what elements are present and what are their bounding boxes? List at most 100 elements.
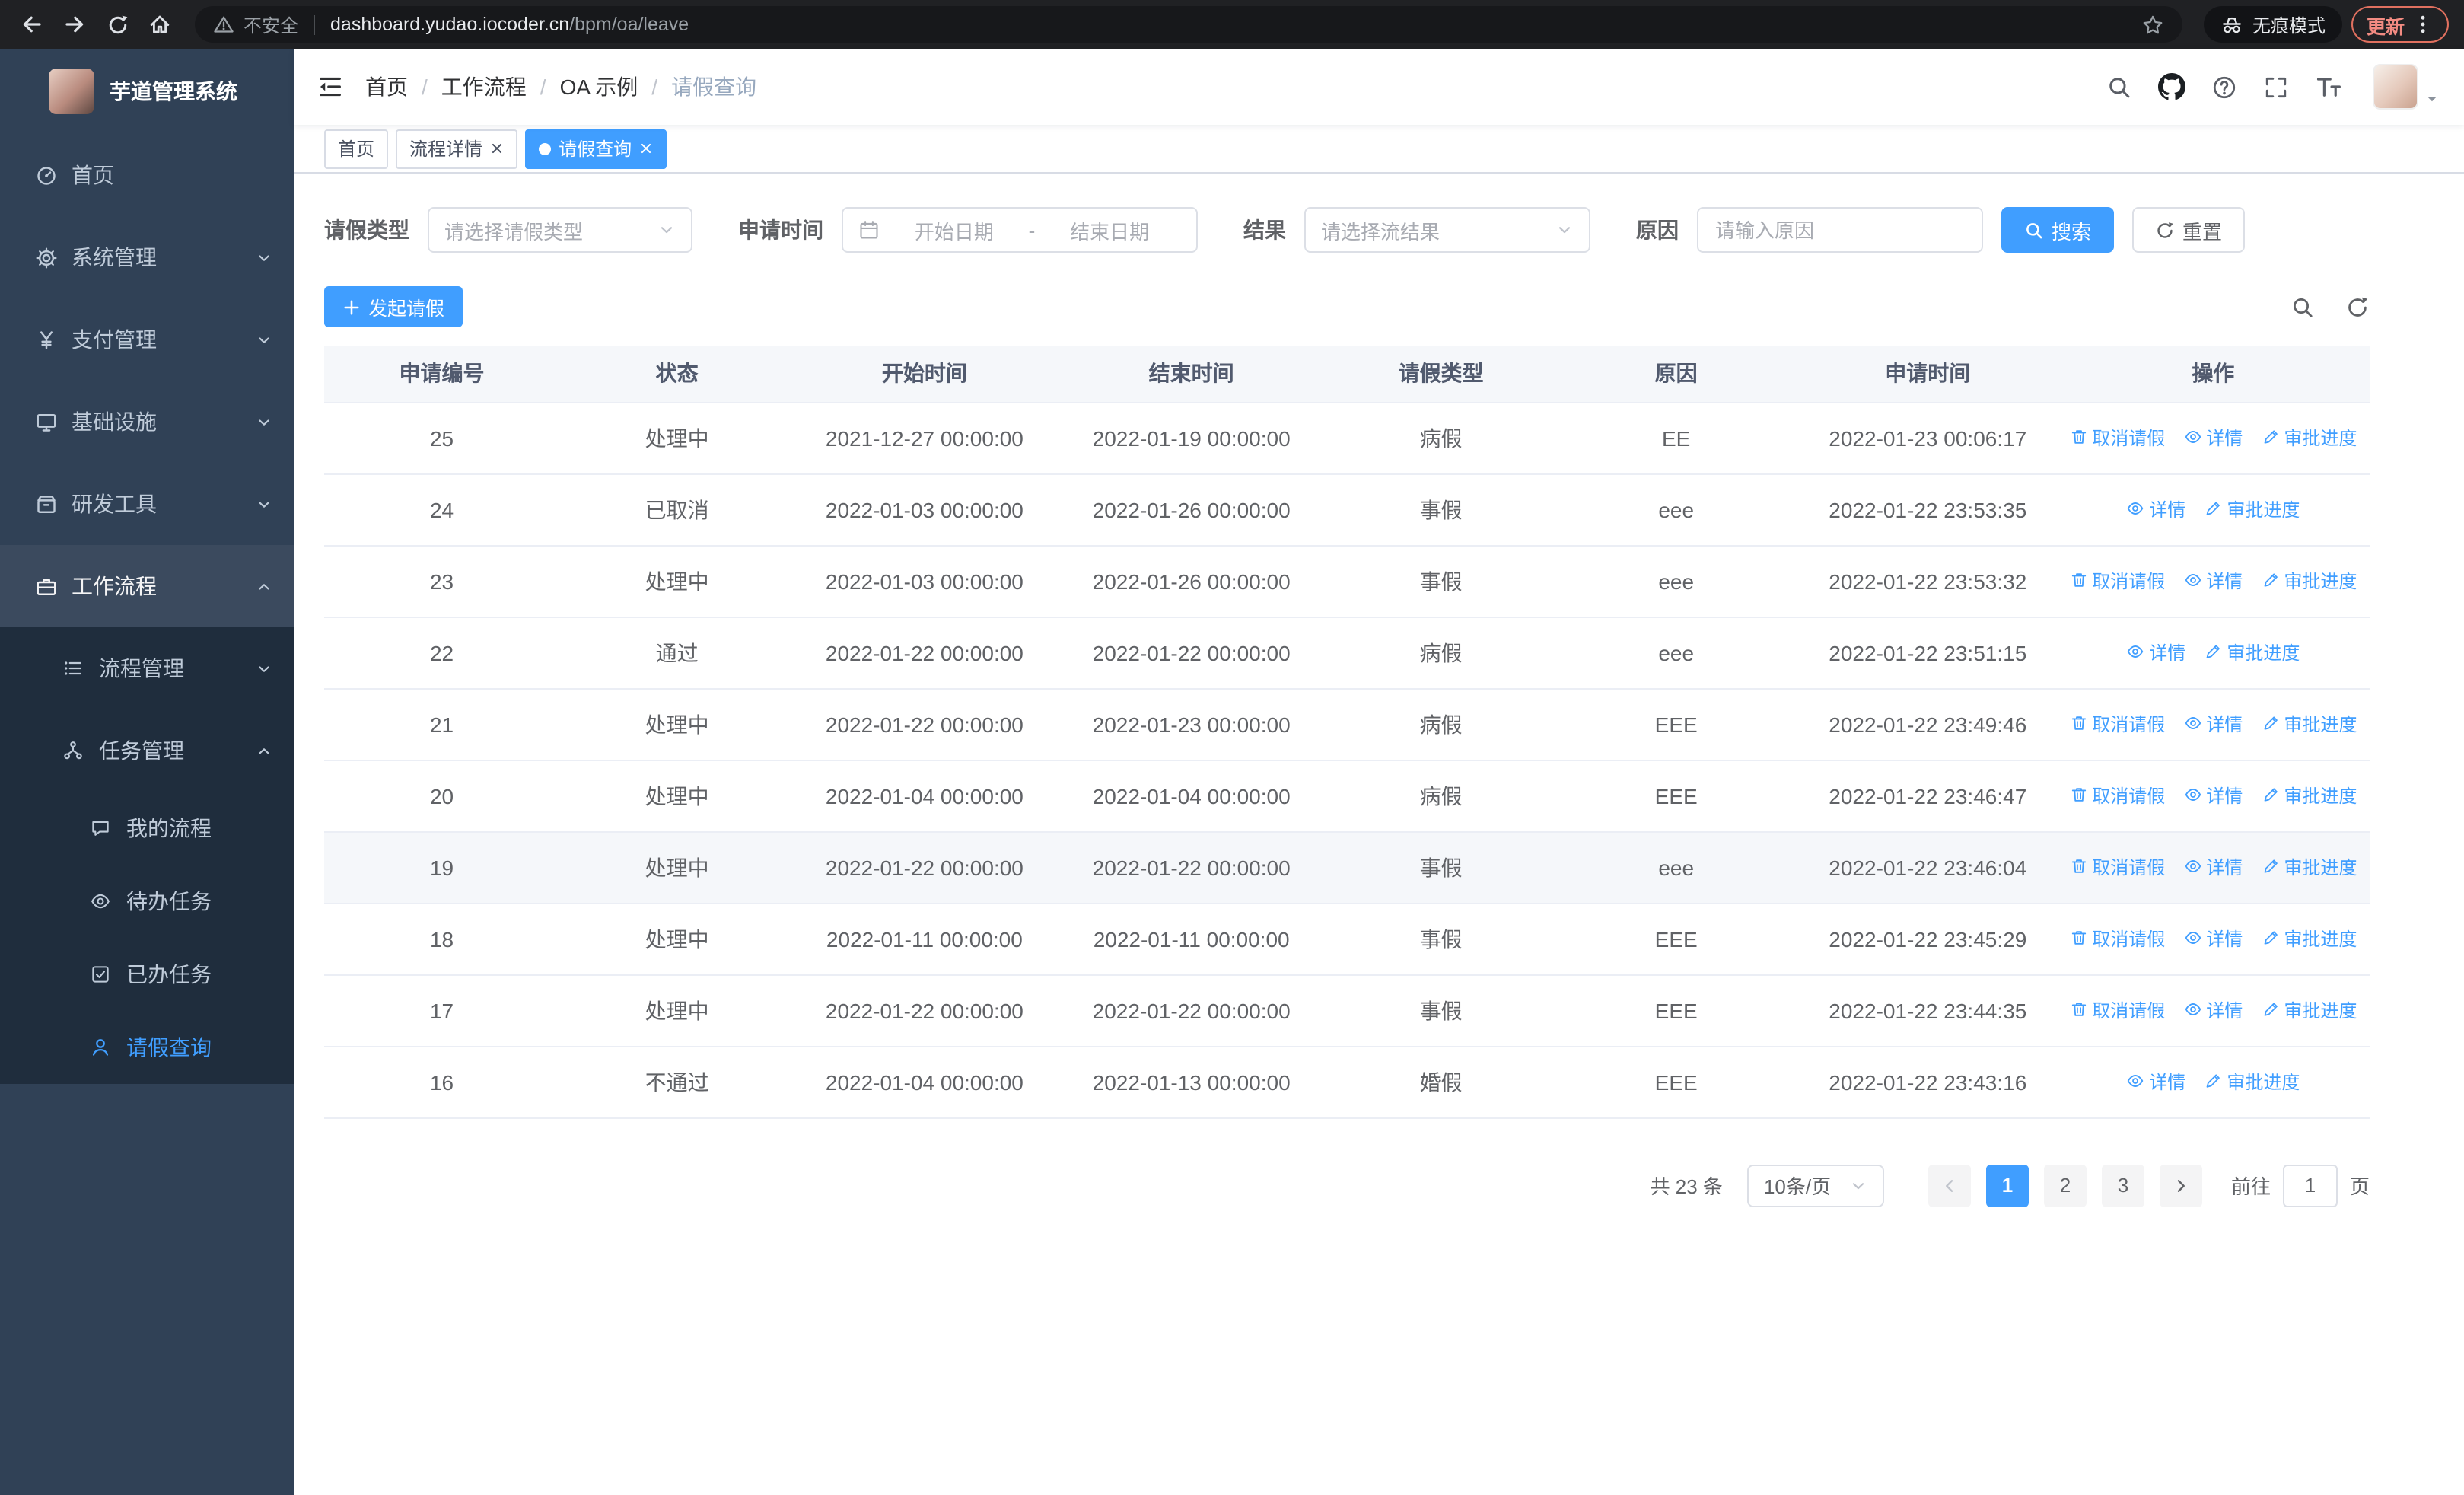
sidebar-item-payment[interactable]: 支付管理 — [0, 298, 294, 381]
header-search-button[interactable] — [2106, 74, 2132, 100]
table-row[interactable]: 20 处理中 2022-01-04 00:00:00 2022-01-04 00:00… — [324, 760, 2370, 832]
detail-link[interactable]: 详情 — [2126, 639, 2185, 665]
sidebar-item-dev-tools[interactable]: 研发工具 — [0, 463, 294, 545]
tab-leave-query[interactable]: 请假查询 — [525, 129, 667, 168]
table-row[interactable]: 19 处理中 2022-01-22 00:00:00 2022-01-22 00:00… — [324, 831, 2370, 904]
browser-reload-button[interactable] — [97, 5, 137, 44]
toggle-search-button[interactable] — [2291, 295, 2315, 319]
kebab-menu-icon[interactable] — [2412, 14, 2434, 35]
approval-progress-link[interactable]: 审批进度 — [2204, 1069, 2300, 1095]
detail-link[interactable]: 详情 — [2126, 496, 2185, 522]
tab-home[interactable]: 首页 — [324, 129, 389, 168]
reset-button[interactable]: 重置 — [2132, 207, 2246, 253]
approval-progress-link[interactable]: 审批进度 — [2204, 639, 2300, 665]
tab-process-detail[interactable]: 流程详情 — [396, 129, 518, 168]
font-size-button[interactable] — [2315, 73, 2342, 100]
detail-link[interactable]: 详情 — [2183, 783, 2243, 808]
browser-update-button[interactable]: 更新 — [2351, 6, 2449, 43]
cancel-leave-link[interactable]: 取消请假 — [2069, 711, 2165, 737]
sidebar-collapse-button[interactable] — [317, 73, 344, 100]
approval-progress-link[interactable]: 审批进度 — [2261, 711, 2357, 737]
page-size-select[interactable]: 10条/页 — [1746, 1164, 1884, 1207]
sidebar-item-system[interactable]: 系统管理 — [0, 216, 294, 298]
eye-icon — [2184, 717, 2201, 730]
refresh-table-button[interactable] — [2345, 295, 2370, 319]
sidebar-item-infrastructure[interactable]: 基础设施 — [0, 381, 294, 463]
sidebar-item-done-tasks[interactable]: 已办任务 — [0, 938, 294, 1011]
approval-progress-link[interactable]: 审批进度 — [2261, 926, 2357, 952]
browser-back-button[interactable] — [12, 5, 52, 44]
detail-link[interactable]: 详情 — [2183, 997, 2243, 1023]
bookmark-star-icon[interactable] — [2141, 13, 2164, 36]
approval-progress-link[interactable]: 审批进度 — [2261, 854, 2357, 880]
table-row[interactable]: 25 处理中 2021-12-27 00:00:00 2022-01-19 00:00… — [324, 402, 2370, 474]
github-link[interactable] — [2158, 73, 2185, 100]
table-row[interactable]: 17 处理中 2022-01-22 00:00:00 2022-01-22 00:00… — [324, 974, 2370, 1047]
font-size-icon — [2316, 78, 2341, 97]
cancel-leave-link[interactable]: 取消请假 — [2069, 425, 2165, 451]
approval-progress-link[interactable]: 审批进度 — [2261, 783, 2357, 808]
browser-home-button[interactable] — [140, 5, 180, 44]
apply-time-range-picker[interactable]: 开始日期 - 结束日期 — [842, 207, 1198, 253]
sidebar-item-home[interactable]: 首页 — [0, 134, 294, 216]
detail-link[interactable]: 详情 — [2183, 711, 2243, 737]
detail-link[interactable]: 详情 — [2183, 854, 2243, 880]
approval-progress-link[interactable]: 审批进度 — [2261, 568, 2357, 594]
goto-page-input[interactable] — [2282, 1164, 2338, 1207]
cancel-leave-link[interactable]: 取消请假 — [2069, 997, 2165, 1023]
close-icon[interactable] — [639, 142, 653, 155]
page-button-3[interactable]: 3 — [2101, 1164, 2144, 1207]
table-row[interactable]: 24 已取消 2022-01-03 00:00:00 2022-01-26 00:00… — [324, 473, 2370, 546]
sidebar-item-process-management[interactable]: 流程管理 — [0, 627, 294, 709]
detail-link[interactable]: 详情 — [2183, 425, 2243, 451]
page-content: 请假类型 请选择请假类型 申请时间 开始日期 - 结束日期 结果 请选择流结果 … — [294, 174, 2464, 1495]
approval-progress-link[interactable]: 审批进度 — [2261, 997, 2357, 1023]
approval-progress-link[interactable]: 审批进度 — [2204, 496, 2300, 522]
breadcrumb-item-oa-example[interactable]: OA 示例 — [560, 72, 638, 102]
next-page-button[interactable] — [2159, 1164, 2202, 1207]
breadcrumb-item-workflow[interactable]: 工作流程 — [441, 72, 527, 102]
detail-link[interactable]: 详情 — [2183, 926, 2243, 952]
cancel-leave-link[interactable]: 取消请假 — [2069, 568, 2165, 594]
leave-type-select[interactable]: 请选择请假类型 — [428, 207, 692, 253]
browser-forward-button[interactable] — [55, 5, 94, 44]
sidebar-item-my-processes[interactable]: 我的流程 — [0, 792, 294, 865]
table-row[interactable]: 21 处理中 2022-01-22 00:00:00 2022-01-23 00:00… — [324, 688, 2370, 760]
search-button[interactable]: 搜索 — [2001, 207, 2115, 253]
search-form: 请假类型 请选择请假类型 申请时间 开始日期 - 结束日期 结果 请选择流结果 … — [324, 207, 2370, 253]
close-icon[interactable] — [490, 142, 504, 155]
fullscreen-button[interactable] — [2263, 74, 2289, 100]
cell-start-time: 2022-01-22 00:00:00 — [794, 831, 1055, 904]
cancel-leave-link[interactable]: 取消请假 — [2069, 926, 2165, 952]
detail-link[interactable]: 详情 — [2126, 1069, 2185, 1095]
cancel-leave-link[interactable]: 取消请假 — [2069, 854, 2165, 880]
table-header-row: 申请编号 状态 开始时间 结束时间 请假类型 原因 申请时间 操作 — [324, 346, 2370, 403]
security-label: 不安全 — [244, 14, 299, 36]
cell-reason: eee — [1553, 831, 1799, 904]
detail-link[interactable]: 详情 — [2183, 568, 2243, 594]
table-row[interactable]: 22 通过 2022-01-22 00:00:00 2022-01-22 00:00:… — [324, 617, 2370, 689]
cancel-leave-link[interactable]: 取消请假 — [2069, 783, 2165, 808]
page-button-2[interactable]: 2 — [2043, 1164, 2087, 1207]
cell-end-time: 2022-01-23 00:00:00 — [1054, 688, 1329, 760]
table-row[interactable]: 23 处理中 2022-01-03 00:00:00 2022-01-26 00:00… — [324, 545, 2370, 617]
cell-start-time: 2022-01-03 00:00:00 — [794, 545, 1055, 617]
sidebar-item-workflow[interactable]: 工作流程 — [0, 545, 294, 627]
result-select[interactable]: 请选择流结果 — [1304, 207, 1590, 253]
sidebar-item-todo-tasks[interactable]: 待办任务 — [0, 865, 294, 938]
approval-progress-link[interactable]: 审批进度 — [2261, 425, 2357, 451]
sidebar-item-leave-query[interactable]: 请假查询 — [0, 1011, 294, 1084]
address-bar[interactable]: 不安全 dashboard.yudao.iocoder.cn/bpm/oa/le… — [195, 6, 2182, 43]
table-row[interactable]: 18 处理中 2022-01-11 00:00:00 2022-01-11 00:00… — [324, 903, 2370, 975]
page-button-1[interactable]: 1 — [1985, 1164, 2029, 1207]
breadcrumb-item-home[interactable]: 首页 — [365, 72, 408, 102]
reason-input[interactable] — [1697, 207, 1983, 253]
table-row[interactable]: 16 不通过 2022-01-04 00:00:00 2022-01-13 00:00… — [324, 1046, 2370, 1118]
help-button[interactable] — [2211, 74, 2237, 100]
sidebar-item-task-management[interactable]: 任务管理 — [0, 709, 294, 792]
prev-page-button[interactable] — [1928, 1164, 1971, 1207]
app-logo[interactable]: 芋道管理系统 — [0, 49, 294, 134]
create-leave-button[interactable]: 发起请假 — [324, 286, 463, 327]
eye-icon — [2184, 860, 2201, 873]
user-menu[interactable] — [2373, 64, 2440, 110]
